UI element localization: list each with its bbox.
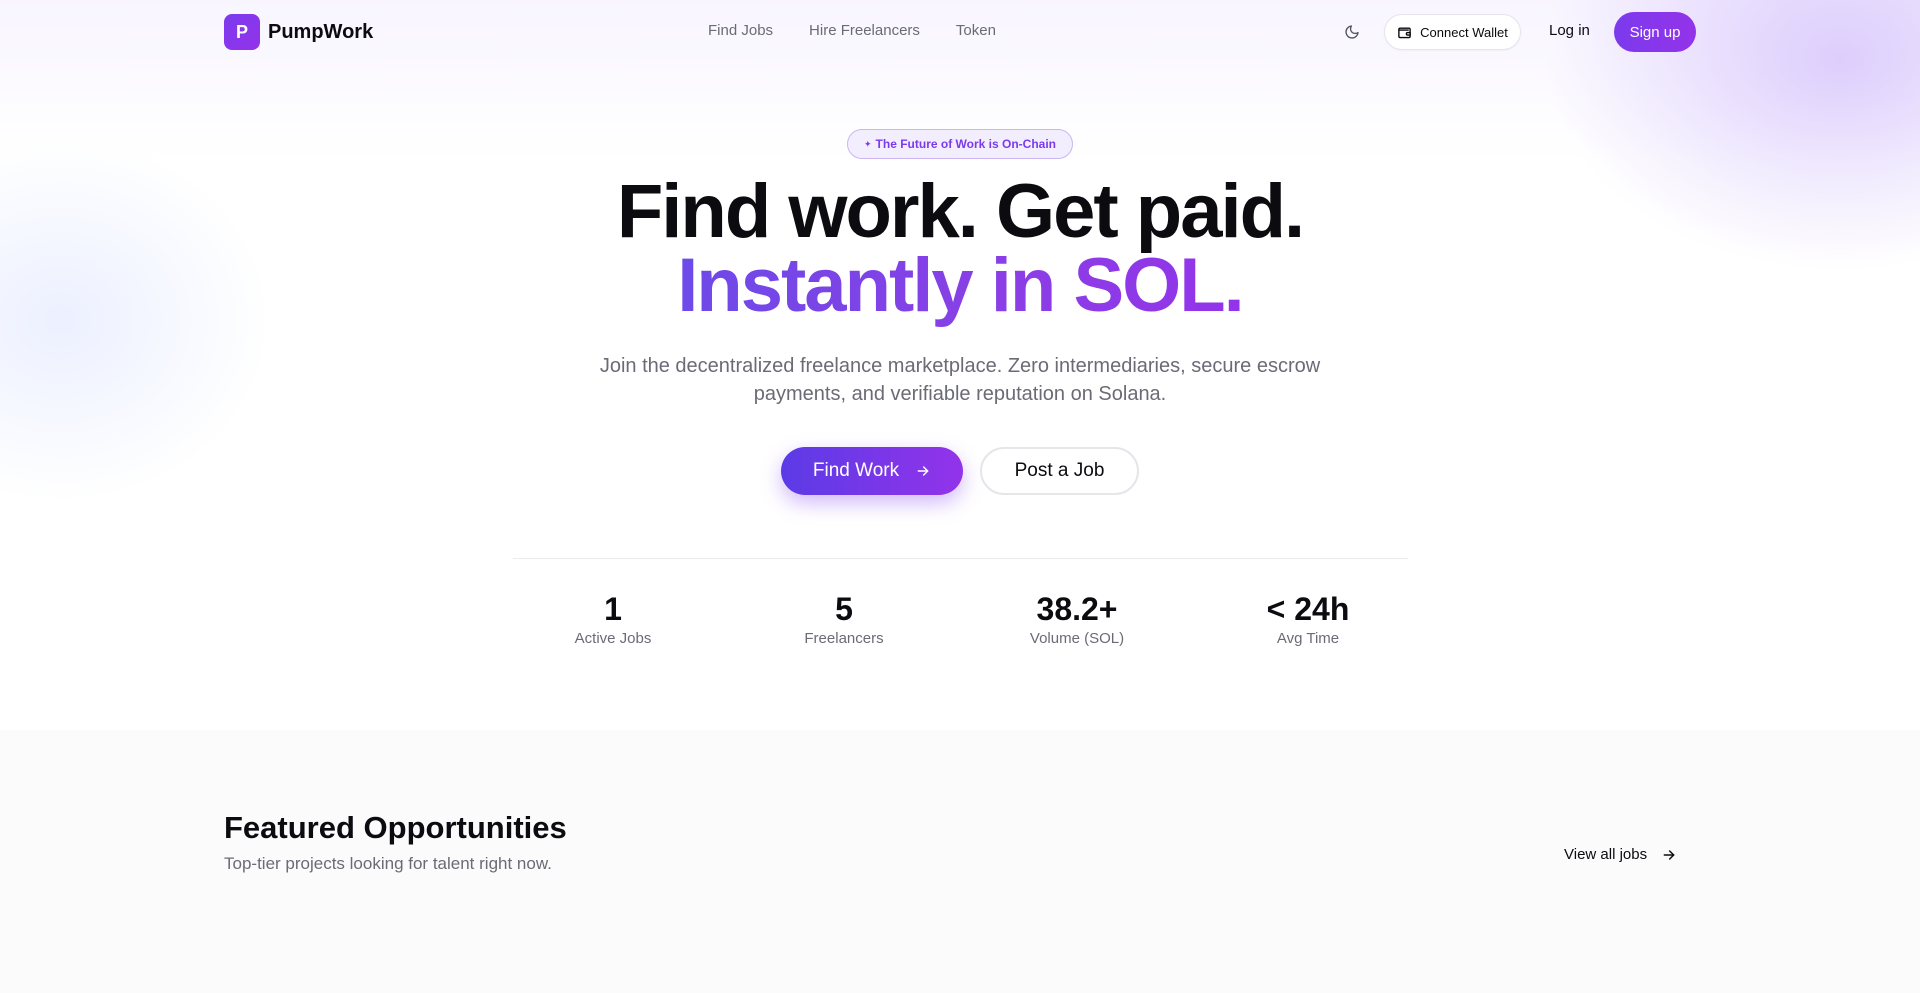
hero-badge-label: The Future of Work is On-Chain [875, 137, 1056, 151]
nav-link-token[interactable]: Token [956, 22, 996, 39]
connect-wallet-button[interactable]: Connect Wallet [1384, 14, 1521, 50]
stat-volume: 38.2+ Volume (SOL) [977, 590, 1177, 647]
sparkle-icon: ✦ [864, 138, 872, 149]
view-all-jobs-label: View all jobs [1564, 846, 1648, 863]
nav-links: Find Jobs Hire Freelancers Token [708, 22, 996, 39]
stat-label: Avg Time [1276, 630, 1340, 647]
hero-badge: ✦ The Future of Work is On-Chain [847, 129, 1073, 159]
login-button[interactable]: Log in [1549, 22, 1590, 39]
hero-title-line1: Find work. Get paid. [616, 169, 1305, 254]
connect-wallet-label: Connect Wallet [1420, 24, 1508, 40]
arrow-right-icon [917, 466, 929, 476]
brand[interactable]: P PumpWork [224, 14, 373, 50]
theme-toggle-button[interactable] [1340, 20, 1364, 44]
stats-row: 1 Active Jobs 5 Freelancers 38.2+ Volume… [513, 590, 1441, 650]
find-work-label: Find Work [812, 460, 900, 481]
stat-label: Volume (SOL) [1029, 630, 1125, 647]
stats-divider [513, 558, 1408, 559]
stat-label: Freelancers [804, 630, 884, 647]
featured-title: Featured Opportunities [224, 810, 567, 845]
stat-value: 1 [604, 591, 622, 627]
find-work-button[interactable]: Find Work [781, 447, 963, 495]
stat-value: 5 [835, 591, 853, 627]
nav-link-hire-freelancers[interactable]: Hire Freelancers [809, 22, 920, 39]
nav-link-find-jobs[interactable]: Find Jobs [708, 22, 773, 39]
view-all-jobs-link[interactable]: View all jobs [1564, 846, 1677, 863]
stat-active-jobs: 1 Active Jobs [513, 590, 713, 647]
moon-icon [1345, 25, 1359, 39]
stat-value: < 24h [1266, 591, 1350, 627]
stat-label: Active Jobs [574, 630, 652, 647]
stat-freelancers: 5 Freelancers [744, 590, 944, 647]
hero-title-line2: Instantly in SOL. [0, 248, 1920, 324]
arrow-right-icon [1663, 849, 1675, 860]
brand-name: PumpWork [268, 20, 374, 43]
brand-logo: P [224, 14, 260, 50]
top-nav: P PumpWork Find Jobs Hire Freelancers To… [0, 0, 1920, 64]
stat-value: 38.2+ [1036, 591, 1118, 627]
featured-section: Featured Opportunities Top-tier projects… [0, 730, 1920, 993]
featured-subtitle: Top-tier projects looking for talent rig… [224, 854, 552, 873]
page: P PumpWork Find Jobs Hire Freelancers To… [0, 0, 1920, 993]
wallet-icon [1398, 26, 1411, 38]
stat-avg-time: < 24h Avg Time [1208, 590, 1408, 647]
hero-subtitle: Join the decentralized freelance marketp… [599, 355, 1321, 405]
hero-title-line2-text: Instantly in SOL. [677, 243, 1245, 328]
post-job-button[interactable]: Post a Job [980, 447, 1139, 495]
signup-button[interactable]: Sign up [1614, 12, 1696, 52]
